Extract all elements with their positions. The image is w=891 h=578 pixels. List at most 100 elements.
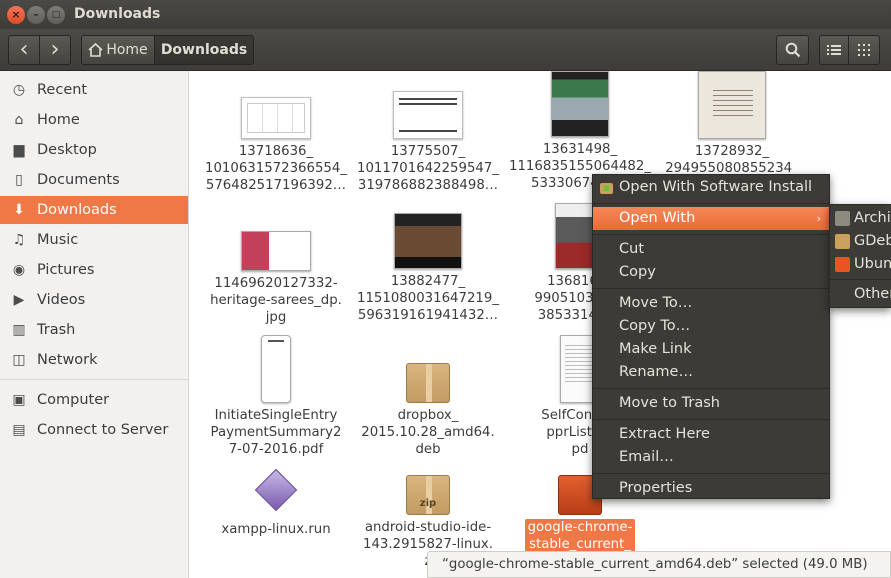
executable-icon bbox=[254, 468, 298, 517]
selection-status: “google-chrome-stable_current_amd64.deb”… bbox=[427, 551, 891, 578]
breadcrumb-home[interactable]: Home bbox=[81, 35, 155, 65]
submenu-item-label: Archive Manager bbox=[854, 210, 891, 226]
file-item[interactable]: xampp-linux.run bbox=[202, 468, 350, 538]
sidebar-item-desktop[interactable]: ▆ Desktop bbox=[0, 136, 188, 164]
file-item[interactable]: 13775507_ 1011701642259547_ 319786882388… bbox=[354, 91, 502, 194]
menu-item-label: Open With Software Install bbox=[619, 179, 813, 195]
places-sidebar: ◷ Recent ⌂ Home ▆ Desktop ▯ Documents ⬇ … bbox=[0, 71, 189, 578]
network-icon: ◫ bbox=[12, 352, 26, 368]
image-thumbnail bbox=[394, 213, 462, 269]
menu-item-label: Email… bbox=[619, 449, 674, 465]
file-name: xampp-linux.run bbox=[221, 522, 331, 537]
image-thumbnail bbox=[698, 71, 766, 139]
file-name: dropbox_ 2015.10.28_amd64. deb bbox=[361, 408, 495, 457]
sidebar-item-label: Desktop bbox=[37, 142, 97, 158]
file-item[interactable]: 13718636_ 1010631572366554_ 576482517196… bbox=[202, 97, 350, 194]
back-button[interactable]: ‹ bbox=[8, 35, 40, 65]
menu-item-label: Move To… bbox=[619, 295, 693, 311]
menu-item-label: Extract Here bbox=[619, 426, 710, 442]
sidebar-item-downloads[interactable]: ⬇ Downloads bbox=[0, 196, 188, 224]
sidebar-item-home[interactable]: ⌂ Home bbox=[0, 106, 188, 134]
home-icon bbox=[88, 43, 103, 57]
image-thumbnail bbox=[241, 231, 311, 271]
list-view-button[interactable] bbox=[819, 35, 849, 65]
list-view-icon bbox=[827, 45, 841, 55]
menu-item-open-with[interactable]: Open With › bbox=[593, 207, 829, 230]
file-name: 13775507_ 1011701642259547_ 319786882388… bbox=[356, 144, 499, 193]
camera-icon: ◉ bbox=[12, 262, 26, 278]
menu-item-label: Copy To… bbox=[619, 318, 691, 334]
menu-item-copy[interactable]: Copy bbox=[593, 261, 829, 284]
menu-item-move-to[interactable]: Move To… bbox=[593, 292, 829, 315]
file-name: InitiateSingleEntry PaymentSummary2 7-07… bbox=[210, 408, 342, 457]
sidebar-item-music[interactable]: ♫ Music bbox=[0, 226, 188, 254]
sidebar-item-network[interactable]: ◫ Network bbox=[0, 346, 188, 374]
submenu-item-ubuntu-software[interactable]: Ubuntu Software bbox=[830, 253, 891, 276]
sidebar-item-label: Home bbox=[37, 112, 80, 128]
sidebar-item-connect-to-server[interactable]: ▤ Connect to Server bbox=[0, 416, 188, 444]
file-item[interactable]: InitiateSingleEntry PaymentSummary2 7-07… bbox=[202, 335, 350, 458]
menu-separator bbox=[593, 419, 829, 420]
sidebar-item-computer[interactable]: ▣ Computer bbox=[0, 386, 188, 414]
minimize-window-button[interactable]: – bbox=[27, 6, 45, 24]
file-item[interactable]: 11469620127332- heritage-sarees_dp. jpg bbox=[202, 231, 350, 326]
file-item[interactable]: 13882477_ 1151080031647219_ 596319161941… bbox=[354, 213, 502, 324]
sidebar-item-trash[interactable]: ▥ Trash bbox=[0, 316, 188, 344]
menu-item-label: Rename… bbox=[619, 364, 693, 380]
server-icon: ▤ bbox=[12, 422, 26, 438]
sidebar-item-documents[interactable]: ▯ Documents bbox=[0, 166, 188, 194]
sidebar-item-recent[interactable]: ◷ Recent bbox=[0, 76, 188, 104]
menu-item-rename[interactable]: Rename… bbox=[593, 361, 829, 384]
breadcrumb-downloads[interactable]: Downloads bbox=[154, 35, 254, 65]
menu-item-open-with-software-install[interactable]: Open With Software Install bbox=[593, 176, 829, 199]
menu-item-move-to-trash[interactable]: Move to Trash bbox=[593, 392, 829, 415]
menu-item-email[interactable]: Email… bbox=[593, 446, 829, 469]
submenu-item-archive-manager[interactable]: Archive Manager bbox=[830, 207, 891, 230]
menu-item-properties[interactable]: Properties bbox=[593, 477, 829, 500]
menu-item-extract-here[interactable]: Extract Here bbox=[593, 423, 829, 446]
sidebar-item-label: Videos bbox=[37, 292, 86, 308]
sidebar-item-label: Network bbox=[37, 352, 98, 368]
grid-view-icon bbox=[858, 44, 870, 56]
file-item[interactable]: 13728932_ 294955080855234_ bbox=[658, 71, 806, 177]
toolbar: ‹ › Home Downloads bbox=[0, 29, 891, 71]
sidebar-item-pictures[interactable]: ◉ Pictures bbox=[0, 256, 188, 284]
search-button[interactable] bbox=[776, 35, 809, 65]
forward-button[interactable]: › bbox=[39, 35, 71, 65]
sidebar-item-label: Recent bbox=[37, 82, 88, 98]
submenu-item-label: Ubuntu Software bbox=[854, 256, 891, 272]
menu-separator bbox=[593, 388, 829, 389]
breadcrumb-home-label: Home bbox=[106, 42, 148, 58]
submenu-item-gdebi[interactable]: GDebi Package Installer bbox=[830, 230, 891, 253]
submenu-item-label: GDebi Package Installer bbox=[854, 233, 891, 249]
window-title: Downloads bbox=[74, 6, 161, 22]
context-menu: Open With Software Install Open With › C… bbox=[592, 174, 830, 499]
maximize-window-button[interactable]: □ bbox=[47, 6, 65, 24]
submenu-item-other-application[interactable]: Other Application… bbox=[830, 283, 891, 306]
file-item[interactable]: dropbox_ 2015.10.28_amd64. deb bbox=[354, 363, 502, 458]
open-with-submenu: Archive Manager GDebi Package Installer … bbox=[829, 204, 891, 308]
menu-item-make-link[interactable]: Make Link bbox=[593, 338, 829, 361]
home-icon: ⌂ bbox=[14, 112, 24, 128]
sidebar-item-videos[interactable]: ▶ Videos bbox=[0, 286, 188, 314]
breadcrumb-downloads-label: Downloads bbox=[160, 42, 248, 58]
title-bar: × – □ Downloads bbox=[0, 0, 891, 29]
menu-item-label: Copy bbox=[619, 264, 656, 280]
file-name: google-chrome- stable_current_ bbox=[524, 519, 636, 553]
archive-manager-icon bbox=[835, 211, 850, 226]
computer-icon: ▣ bbox=[12, 392, 26, 408]
video-icon: ▶ bbox=[13, 292, 25, 308]
close-window-button[interactable]: × bbox=[7, 6, 25, 24]
image-thumbnail bbox=[393, 91, 463, 139]
menu-item-cut[interactable]: Cut bbox=[593, 238, 829, 261]
image-thumbnail bbox=[551, 71, 609, 137]
menu-separator bbox=[593, 203, 829, 204]
grid-view-button[interactable] bbox=[848, 35, 880, 65]
file-name: 11469620127332- heritage-sarees_dp. jpg bbox=[210, 276, 342, 325]
zip-archive-icon: zip bbox=[406, 475, 450, 515]
submenu-item-label: Other Application… bbox=[854, 286, 891, 302]
sidebar-divider bbox=[0, 379, 188, 380]
sidebar-item-label: Downloads bbox=[37, 202, 117, 218]
menu-item-copy-to[interactable]: Copy To… bbox=[593, 315, 829, 338]
menu-item-label: Open With bbox=[619, 210, 696, 226]
